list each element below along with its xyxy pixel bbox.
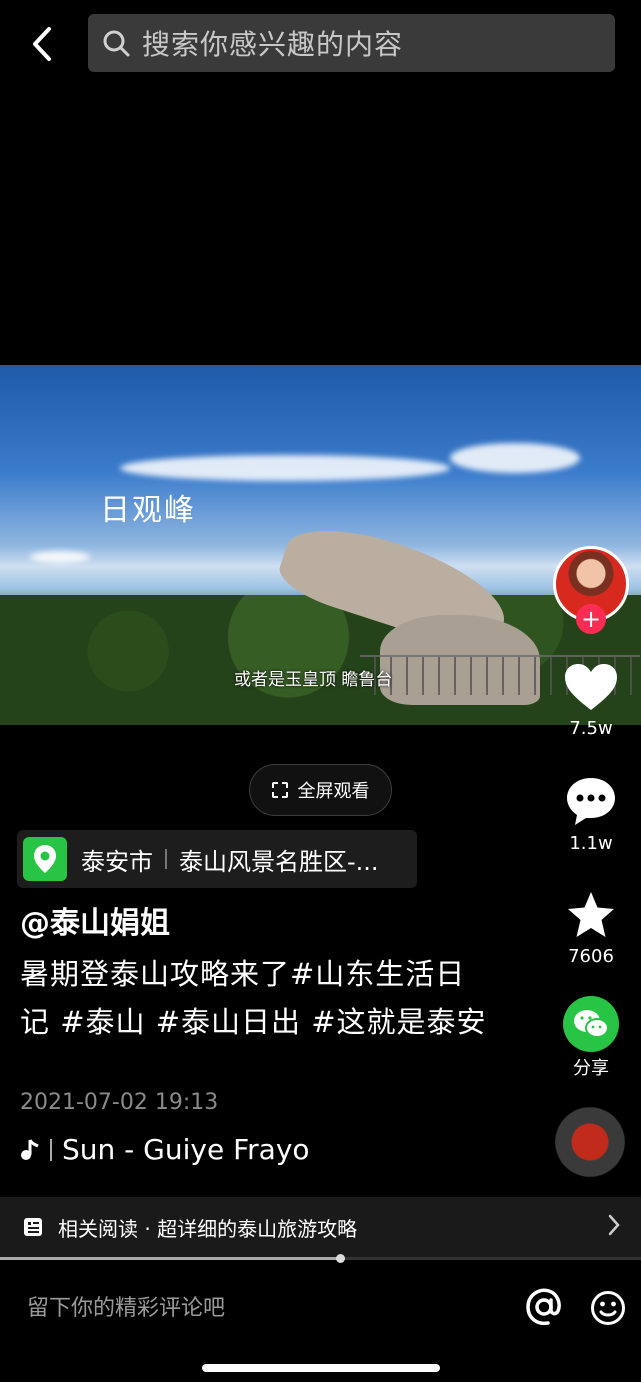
music-separator xyxy=(50,1138,52,1161)
comment-count: 1.1w xyxy=(569,833,613,854)
heart-icon xyxy=(565,664,617,710)
location-scenic-area: 泰山风景名胜区-... xyxy=(179,847,379,876)
progress-fill xyxy=(0,1257,340,1260)
related-reading-bar[interactable]: 相关阅读 · 超详细的泰山旅游攻略 xyxy=(0,1197,641,1257)
home-indicator xyxy=(202,1364,440,1372)
comment-button[interactable]: 1.1w xyxy=(551,775,631,854)
star-icon xyxy=(568,892,614,937)
share-button[interactable]: 分享 xyxy=(551,996,631,1080)
favorite-count: 7606 xyxy=(568,946,614,967)
cloud-shape xyxy=(30,551,90,563)
location-city: 泰安市 xyxy=(81,847,153,876)
emoji-icon xyxy=(591,1291,625,1325)
back-button[interactable] xyxy=(22,22,62,66)
fullscreen-label: 全屏观看 xyxy=(297,781,370,802)
chevron-right-icon xyxy=(608,1214,620,1236)
wechat-icon xyxy=(574,1010,609,1038)
wechat-share-circle xyxy=(563,996,619,1052)
progress-thumb[interactable] xyxy=(335,1254,345,1263)
video-player[interactable]: 日观峰 或者是玉皇顶 瞻鲁台 xyxy=(0,365,641,725)
location-pin-icon xyxy=(23,837,67,881)
follow-button[interactable]: + xyxy=(576,604,606,634)
like-count: 7.5w xyxy=(569,718,613,739)
like-button[interactable]: 7.5w xyxy=(551,662,631,739)
cloud-shape xyxy=(120,455,450,481)
video-overlay-title: 日观峰 xyxy=(100,493,196,528)
article-icon xyxy=(24,1218,42,1236)
at-sign-icon xyxy=(526,1288,561,1326)
comment-input[interactable]: 留下你的精彩评论吧 xyxy=(27,1290,225,1322)
related-reading-label: 相关阅读 · 超详细的泰山旅游攻略 xyxy=(58,1216,358,1241)
fullscreen-button[interactable]: 全屏观看 xyxy=(249,764,392,816)
author-name[interactable]: @泰山娟姐 xyxy=(20,898,170,942)
location-separator xyxy=(165,849,167,869)
video-progress-bar[interactable] xyxy=(0,1254,641,1263)
search-placeholder: 搜索你感兴趣的内容 xyxy=(142,28,404,61)
comment-bubble-icon xyxy=(567,778,615,825)
chevron-left-icon xyxy=(33,27,51,61)
music-row[interactable]: Sun - Guiye Frayo xyxy=(20,1133,310,1166)
post-timestamp: 2021-07-02 19:13 xyxy=(20,1090,219,1115)
video-subtitle: 或者是玉皇顶 瞻鲁台 xyxy=(234,670,393,690)
emoji-button[interactable] xyxy=(590,1290,626,1330)
search-icon xyxy=(103,30,130,57)
share-label: 分享 xyxy=(573,1058,609,1079)
post-caption: 暑期登泰山攻略来了#山东生活日记 #泰山 #泰山日出 #这就是泰安 xyxy=(20,957,487,1039)
favorite-button[interactable]: 7606 xyxy=(551,890,631,967)
music-note-icon xyxy=(21,1138,39,1160)
author-avatar[interactable]: + xyxy=(553,546,629,634)
fullscreen-icon xyxy=(271,782,288,798)
cloud-shape xyxy=(450,443,580,473)
music-disc[interactable] xyxy=(555,1107,625,1177)
search-bar[interactable]: 搜索你感兴趣的内容 xyxy=(88,14,615,72)
mention-button[interactable] xyxy=(524,1287,564,1331)
location-chip[interactable]: 泰安市 泰山风景名胜区-... xyxy=(17,830,417,888)
music-title: Sun - Guiye Frayo xyxy=(62,1133,310,1166)
